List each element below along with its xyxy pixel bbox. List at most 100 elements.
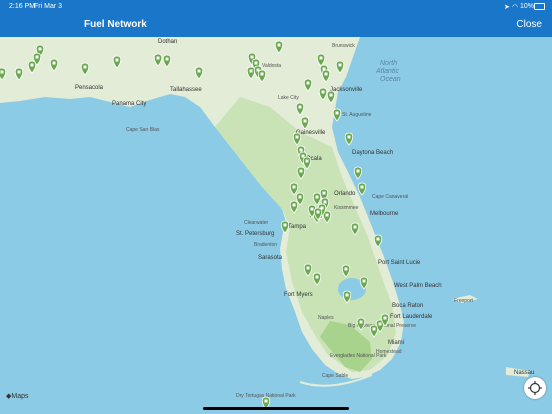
city-label: Cape Canaveral [372, 194, 408, 200]
status-time: 2:16 PM [9, 3, 36, 10]
fuel-station-pin[interactable] [357, 182, 367, 196]
fuel-pump-icon [83, 65, 87, 69]
fuel-pump-icon [260, 72, 264, 76]
fuel-pump-icon [301, 154, 305, 158]
fuel-station-pin[interactable] [353, 166, 363, 180]
city-label: Dothan [158, 39, 177, 45]
fuel-pump-icon [324, 72, 328, 76]
fuel-pump-icon [298, 105, 302, 109]
city-label: Bradenton [254, 242, 277, 248]
fuel-pump-icon [356, 169, 360, 173]
city-label: Fort Myers [284, 292, 313, 298]
city-label: St. Petersburg [236, 231, 274, 237]
city-label: Tampa [288, 224, 307, 230]
map-view[interactable]: North Atlantic Ocean Dothan Pensacola Pa… [0, 37, 552, 410]
city-label: Fort Lauderdale [390, 314, 433, 320]
fuel-pump-icon [292, 185, 296, 189]
fuel-pump-icon [310, 207, 314, 211]
fuel-pump-icon [165, 57, 169, 61]
water-label: North [380, 60, 397, 67]
fuel-pump-icon [197, 69, 201, 73]
fuel-pump-icon [30, 63, 34, 67]
fuel-pump-icon [0, 70, 4, 74]
fuel-pump-icon [345, 293, 349, 297]
fuel-pump-icon [378, 322, 382, 326]
city-label: Brunswick [332, 43, 355, 49]
fuel-pump-icon [17, 70, 21, 74]
city-label: Orlando [334, 191, 356, 197]
status-date: Fri Mar 3 [34, 3, 62, 10]
city-label: West Palm Beach [394, 283, 442, 289]
fuel-pump-icon [299, 148, 303, 152]
fuel-pump-icon [306, 266, 310, 270]
fuel-pump-icon [362, 279, 366, 283]
crosshair-icon [528, 381, 542, 395]
fuel-pump-icon [315, 195, 319, 199]
nav-bar: Fuel Network Close [0, 13, 552, 37]
fuel-pump-icon [325, 213, 329, 217]
close-button[interactable]: Close [516, 19, 542, 30]
city-label: Clearwater [244, 220, 269, 226]
wifi-icon: ◠ [512, 4, 519, 11]
fuel-pump-icon [360, 185, 364, 189]
city-label: Naples [318, 315, 334, 321]
fuel-pump-icon [376, 237, 380, 241]
city-label: Cape Sable [322, 373, 348, 379]
city-label: Cape San Blas [126, 127, 160, 133]
fuel-pump-icon [322, 191, 326, 195]
fuel-pump-icon [319, 56, 323, 60]
city-label: Port Saint Lucie [378, 260, 421, 266]
fuel-pump-icon [353, 225, 357, 229]
fuel-pump-icon [305, 159, 309, 163]
city-label: Panama City [112, 101, 146, 107]
fuel-pump-icon [283, 223, 287, 227]
fuel-pump-icon [249, 69, 253, 73]
status-bar: 2:16 PM Fri Mar 3 ➤ ◠ 10% [0, 0, 552, 13]
city-label: Daytona Beach [352, 150, 393, 156]
city-label: Lake City [278, 95, 299, 101]
battery-level: 10% [520, 3, 535, 10]
fuel-pump-icon [323, 200, 327, 204]
fuel-pump-icon [115, 58, 119, 62]
locate-me-button[interactable] [524, 377, 546, 399]
city-label: Boca Raton [392, 303, 423, 309]
fuel-pump-icon [372, 327, 376, 331]
fuel-pump-icon [156, 56, 160, 60]
city-label: Sarasota [258, 255, 283, 261]
fuel-pump-icon [347, 135, 351, 139]
fuel-pump-icon [338, 63, 342, 67]
fuel-pump-icon [254, 61, 258, 65]
page-title: Fuel Network [84, 19, 147, 30]
fuel-pump-icon [316, 210, 320, 214]
city-label: Freeport [454, 298, 474, 304]
fuel-pump-icon [383, 316, 387, 320]
fuel-pump-icon [295, 135, 299, 139]
fuel-pump-icon [250, 55, 254, 59]
city-label: Nassau [514, 370, 534, 376]
fuel-pump-icon [38, 47, 42, 51]
home-indicator [203, 407, 349, 410]
fuel-pump-icon [359, 320, 363, 324]
fuel-pump-icon [329, 93, 333, 97]
location-icon: ➤ [504, 4, 510, 11]
fuel-station-pin[interactable] [332, 108, 342, 122]
city-label: Melbourne [370, 211, 399, 217]
fuel-pump-icon [303, 119, 307, 123]
fuel-pump-icon [52, 61, 56, 65]
fuel-pump-icon [298, 195, 302, 199]
city-label: Miami [388, 340, 404, 346]
battery-icon [534, 3, 545, 10]
fuel-pump-icon [35, 55, 39, 59]
city-label: Jacksonville [330, 87, 363, 93]
fuel-station-pin[interactable] [344, 132, 354, 146]
fuel-pump-icon [299, 169, 303, 173]
fuel-pump-icon [335, 111, 339, 115]
city-label: Tallahassee [170, 87, 202, 93]
water-label: Ocean [380, 76, 401, 83]
city-label: Pensacola [75, 85, 104, 91]
water-label: Atlantic [375, 68, 399, 75]
city-label: St. Augustine [342, 112, 372, 118]
city-label: Kissimmee [334, 205, 359, 211]
maps-attribution: ◆Maps [6, 393, 29, 400]
fuel-pump-icon [321, 90, 325, 94]
